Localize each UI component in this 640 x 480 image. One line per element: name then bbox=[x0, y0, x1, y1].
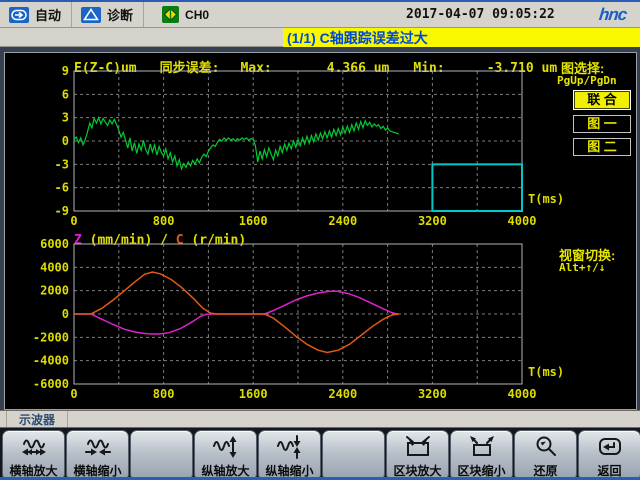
option-chart-one[interactable]: 图 一 bbox=[573, 115, 631, 133]
x-tick-label: 3200 bbox=[418, 387, 447, 401]
block-zoom-in-button[interactable]: 区块放大 bbox=[386, 430, 449, 480]
back-icon bbox=[579, 435, 640, 459]
blank-softkey-1 bbox=[130, 430, 193, 480]
blank-softkey-2 bbox=[322, 430, 385, 480]
channel-label: CH0 bbox=[185, 8, 209, 22]
y-tick-label: 9 bbox=[62, 64, 69, 78]
y-tick-label: 0 bbox=[62, 307, 69, 321]
block-zoom-out-icon bbox=[451, 435, 512, 459]
bottom-tab-strip: 示波器 bbox=[0, 410, 640, 428]
chart-select-options: 联 合 图 一 图 二 bbox=[573, 90, 631, 161]
x-tick-label: 800 bbox=[153, 387, 175, 401]
hnc-logo: hnc bbox=[598, 5, 627, 25]
window-switch-hotkeys: Alt+↑/↓ bbox=[559, 261, 605, 274]
h-zoom-out-button[interactable]: 横轴缩小 bbox=[66, 430, 129, 480]
tab-oscilloscope[interactable]: 示波器 bbox=[6, 411, 68, 427]
v-zoom-in-icon bbox=[195, 435, 256, 459]
x-tick-label: 1600 bbox=[239, 387, 268, 401]
y-tick-label: 4000 bbox=[40, 260, 69, 274]
alarm-banner: (1/1) C轴跟踪误差过大 bbox=[283, 28, 640, 47]
x-tick-label: 2400 bbox=[328, 214, 357, 228]
clock-timestamp: 2017-04-07 09:05:22 bbox=[406, 7, 555, 22]
auto-mode-icon bbox=[9, 7, 29, 23]
diagnosis-button[interactable]: 诊断 bbox=[72, 2, 144, 27]
chart-select-hotkeys: PgUp/PgDn bbox=[557, 74, 617, 87]
series-C-velocity bbox=[74, 272, 399, 353]
h-zoom-in-icon bbox=[3, 435, 64, 459]
diagnosis-icon bbox=[81, 7, 101, 23]
channel-indicator[interactable]: CH0 bbox=[162, 6, 209, 23]
sync-error-chart: 080016002400320040009630-3-6-9T(ms) bbox=[5, 53, 565, 231]
v-zoom-out-icon bbox=[259, 435, 320, 459]
oscilloscope-panel: E(Z-C)um同步误差:Max:4.366 umMin:-3.710 um 0… bbox=[4, 52, 637, 410]
series-sync-error bbox=[74, 118, 399, 169]
alarm-message: (1/1) C轴跟踪误差过大 bbox=[283, 28, 428, 48]
y-tick-label: 3 bbox=[62, 111, 69, 125]
x-tick-label: 3200 bbox=[418, 214, 447, 228]
x-tick-label: 800 bbox=[153, 214, 175, 228]
y-tick-label: -2000 bbox=[33, 330, 69, 344]
y-tick-label: -4000 bbox=[33, 354, 69, 368]
y-tick-label: -6 bbox=[55, 181, 69, 195]
v-zoom-out-button[interactable]: 纵轴缩小 bbox=[258, 430, 321, 480]
auto-mode-label: 自动 bbox=[35, 5, 61, 24]
message-bar-spacer bbox=[0, 28, 283, 47]
y-tick-label: 6 bbox=[62, 87, 69, 101]
h-zoom-out-icon bbox=[67, 435, 128, 459]
y-tick-label: 0 bbox=[62, 134, 69, 148]
y-tick-label: 2000 bbox=[40, 284, 69, 298]
x-tick-label: 2400 bbox=[328, 387, 357, 401]
diagnosis-label: 诊断 bbox=[107, 5, 133, 24]
channel-icon bbox=[162, 6, 179, 23]
option-combined[interactable]: 联 合 bbox=[573, 90, 631, 110]
softkey-toolbar: 横轴放大 横轴缩小 bbox=[0, 428, 640, 480]
restore-icon bbox=[515, 435, 576, 459]
v-zoom-in-button[interactable]: 纵轴放大 bbox=[194, 430, 257, 480]
auto-mode-button[interactable]: 自动 bbox=[0, 2, 72, 27]
y-tick-label: -3 bbox=[55, 157, 69, 171]
top-menu-bar: 自动 诊断 CH0 2017-04-07 09:05:22 hnc bbox=[0, 2, 640, 28]
y-tick-label: -6000 bbox=[33, 377, 69, 391]
x-tick-label: 0 bbox=[70, 214, 77, 228]
restore-button[interactable]: 还原 bbox=[514, 430, 577, 480]
message-bar: (1/1) C轴跟踪误差过大 bbox=[0, 28, 640, 47]
x-tick-label: 4000 bbox=[508, 214, 537, 228]
y-tick-label: 6000 bbox=[40, 237, 69, 251]
x-tick-label: 0 bbox=[70, 387, 77, 401]
option-chart-two[interactable]: 图 二 bbox=[573, 138, 631, 156]
y-tick-label: -9 bbox=[55, 204, 69, 218]
series-Z-velocity bbox=[74, 291, 399, 334]
block-zoom-in-icon bbox=[387, 435, 448, 459]
h-zoom-in-button[interactable]: 横轴放大 bbox=[2, 430, 65, 480]
x-tick-label: 4000 bbox=[508, 387, 537, 401]
hnc-oscilloscope-screen: 自动 诊断 CH0 2017-04-07 09:05:22 hnc bbox=[0, 0, 640, 480]
back-button[interactable]: 返回 bbox=[578, 430, 640, 480]
chart-sidebar: 图选择: PgUp/PgDn 联 合 图 一 图 二 视窗切换: Alt+↑/↓ bbox=[554, 53, 635, 409]
block-zoom-out-button[interactable]: 区块缩小 bbox=[450, 430, 513, 480]
x-tick-label: 1600 bbox=[239, 214, 268, 228]
velocity-chart: 0 800 1600 2400 3200 4000 6000 4000 2000 0 -2000 -4… bbox=[5, 231, 565, 409]
